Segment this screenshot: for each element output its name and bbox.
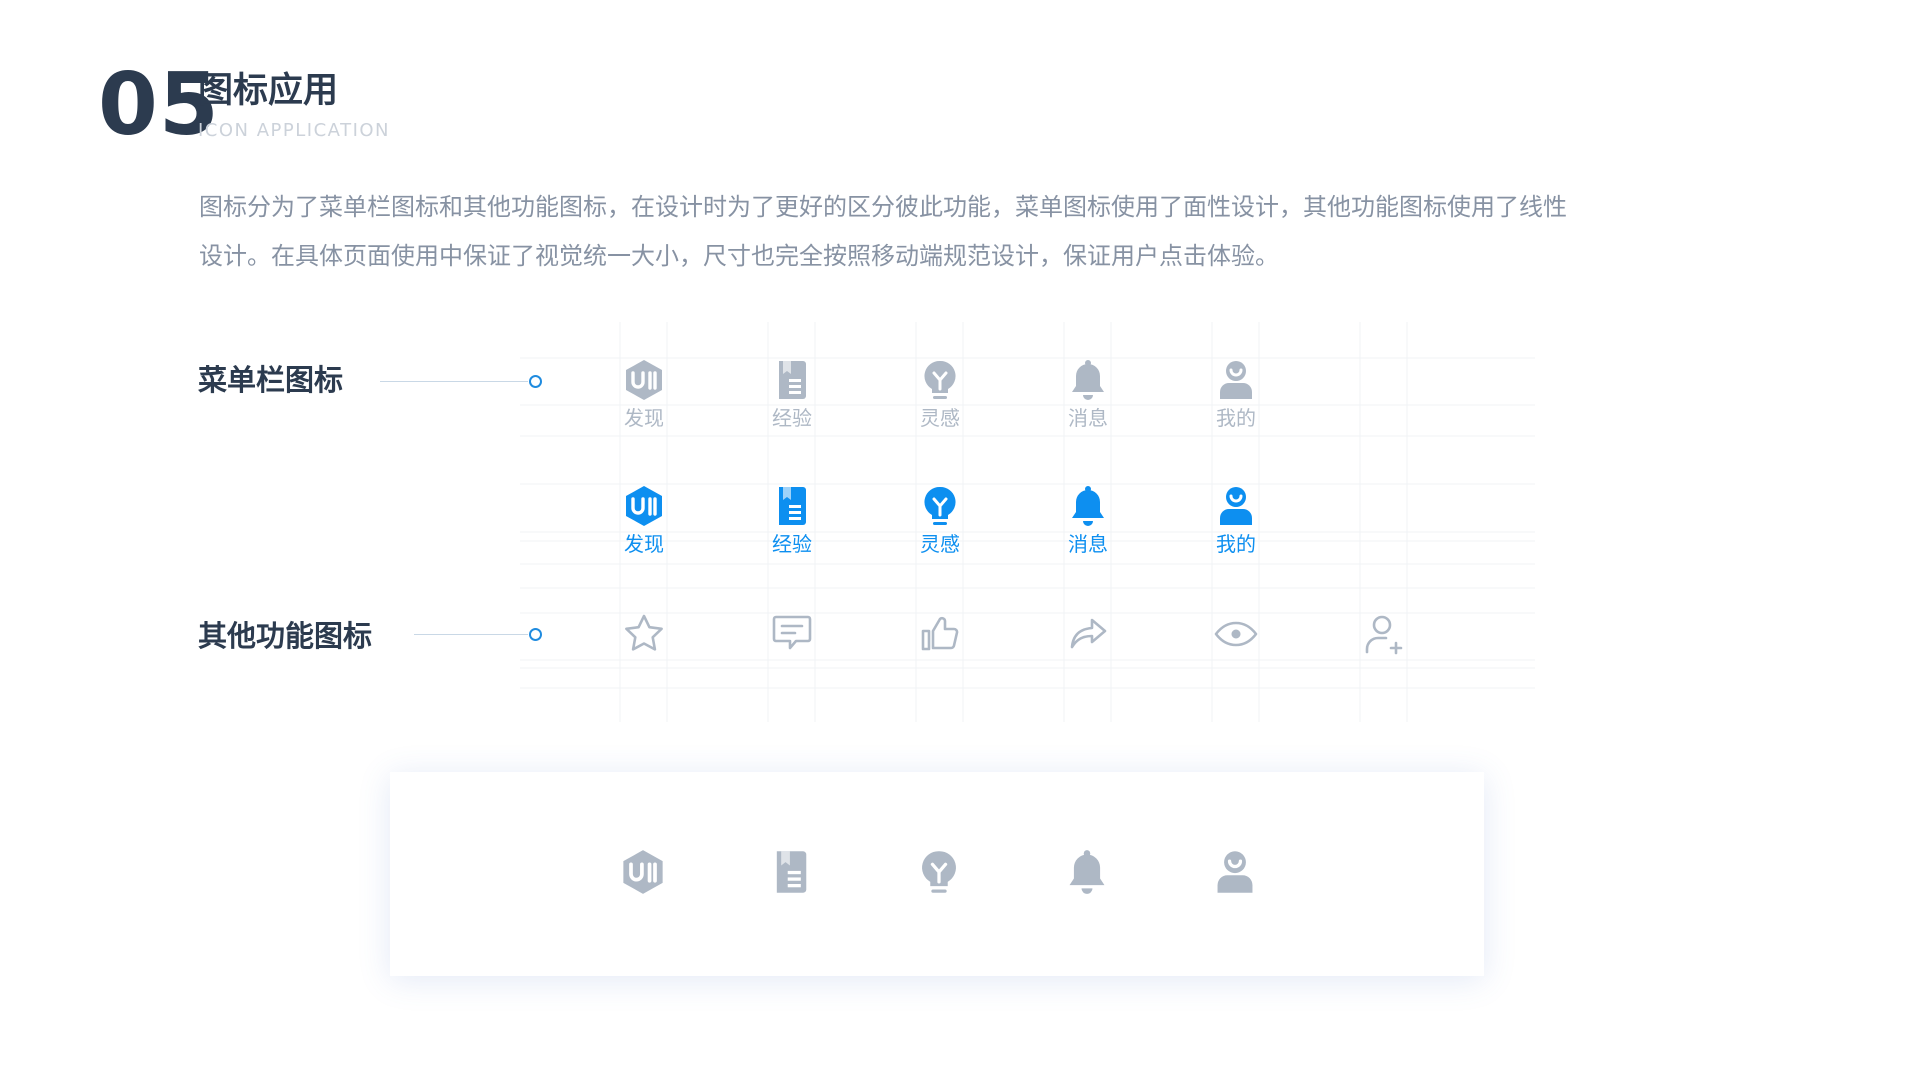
menu-item-experience-active[interactable]: 经验 (742, 484, 842, 554)
menu-item-discover-active[interactable]: 发现 (594, 484, 694, 554)
user-icon (1220, 361, 1252, 399)
book-icon (779, 487, 806, 525)
lightbulb-icon (924, 360, 956, 399)
menu-item-messages-inactive[interactable]: 消息 (1038, 358, 1138, 428)
menu-item-label: 消息 (1068, 532, 1108, 556)
bell-icon[interactable] (1063, 848, 1111, 896)
description-line-2: 设计。在具体页面使用中保证了视觉统一大小，尺寸也完全按照移动端规范设计，保证用户… (199, 242, 1279, 270)
lightbulb-icon (924, 486, 956, 525)
bell-icon (1072, 486, 1104, 526)
menu-item-discover-inactive[interactable]: 发现 (594, 358, 694, 428)
eye-icon[interactable] (1212, 610, 1260, 658)
book-icon[interactable] (767, 848, 815, 896)
menu-item-messages-active[interactable]: 消息 (1038, 484, 1138, 554)
menu-item-label: 我的 (1216, 406, 1256, 430)
star-icon[interactable] (620, 610, 668, 658)
menu-item-profile-active[interactable]: 我的 (1186, 484, 1286, 554)
bell-icon (1072, 360, 1104, 400)
menu-connector-dot (529, 375, 542, 388)
menu-item-label: 经验 (772, 532, 812, 556)
menu-section-label: 菜单栏图标 (198, 363, 344, 397)
menu-item-label: 发现 (624, 532, 664, 556)
other-connector-line (414, 634, 528, 635)
menu-item-inspiration-active[interactable]: 灵感 (890, 484, 990, 554)
ui-hexagon-icon (626, 360, 662, 400)
menu-item-profile-inactive[interactable]: 我的 (1186, 358, 1286, 428)
description: 图标分为了菜单栏图标和其他功能图标，在设计时为了更好的区分彼此功能，菜单图标使用… (199, 183, 1749, 281)
page-subtitle: ICON APPLICATION (198, 120, 391, 141)
menu-item-experience-inactive[interactable]: 经验 (742, 358, 842, 428)
menu-item-label: 发现 (624, 406, 664, 430)
comment-icon[interactable] (768, 610, 816, 658)
menu-item-label: 灵感 (920, 406, 960, 430)
menu-item-label: 经验 (772, 406, 812, 430)
add-user-icon[interactable] (1360, 610, 1408, 658)
page-title: 图标应用 (198, 71, 339, 111)
menu-item-inspiration-inactive[interactable]: 灵感 (890, 358, 990, 428)
menu-item-label: 我的 (1216, 532, 1256, 556)
ui-hexagon-icon (626, 486, 662, 526)
description-line-1: 图标分为了菜单栏图标和其他功能图标，在设计时为了更好的区分彼此功能，菜单图标使用… (199, 193, 1567, 221)
user-icon (1220, 487, 1252, 525)
menu-item-label: 消息 (1068, 406, 1108, 430)
menu-item-label: 灵感 (920, 532, 960, 556)
share-icon[interactable] (1064, 610, 1112, 658)
thumbs-up-icon[interactable] (916, 610, 964, 658)
menu-connector-line (380, 381, 528, 382)
tab-bar-preview-card (390, 772, 1484, 976)
other-connector-dot (529, 628, 542, 641)
user-icon[interactable] (1211, 848, 1259, 896)
ui-hexagon-icon[interactable] (619, 848, 667, 896)
lightbulb-icon[interactable] (915, 848, 963, 896)
other-section-label: 其他功能图标 (198, 619, 373, 653)
book-icon (779, 361, 806, 399)
